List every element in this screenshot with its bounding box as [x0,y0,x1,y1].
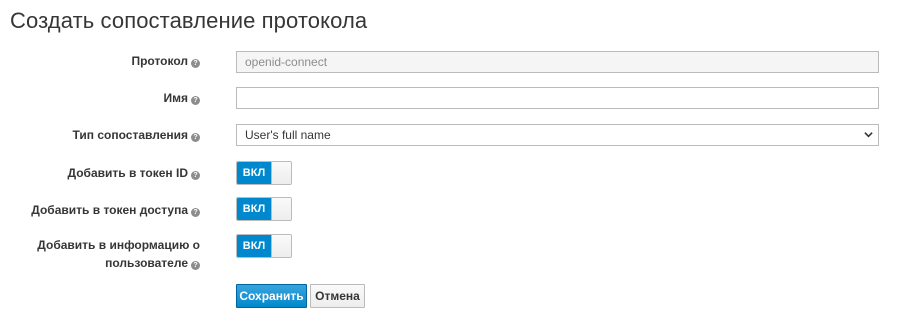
help-icon[interactable]: ? [191,261,200,270]
help-icon[interactable]: ? [191,133,200,142]
name-input[interactable] [236,87,879,109]
help-icon[interactable]: ? [191,96,200,105]
add-to-userinfo-switch[interactable]: ВКЛ [236,234,292,258]
save-button[interactable]: Сохранить [236,284,307,308]
add-to-id-token-switch[interactable]: ВКЛ [236,161,292,185]
help-icon[interactable]: ? [191,208,200,217]
switch-handle [271,235,291,257]
protocol-label: Протокол? [131,52,200,70]
switch-on-label: ВКЛ [237,162,271,184]
help-icon[interactable]: ? [191,59,200,68]
name-label: Имя? [163,89,200,107]
add-to-access-token-label: Добавить в токен доступа? [31,201,200,219]
switch-on-label: ВКЛ [237,198,271,220]
switch-handle [271,162,291,184]
switch-on-label: ВКЛ [237,235,271,257]
switch-handle [271,198,291,220]
mapper-type-label: Тип сопоставления? [73,126,200,144]
add-to-id-token-label: Добавить в токен ID? [68,164,200,182]
mapper-type-select[interactable]: User's full name [236,124,879,146]
mapper-type-selected: User's full name [245,128,331,142]
protocol-field: openid-connect [236,51,879,73]
add-to-userinfo-label: Добавить в информацию о пользователе? [37,238,200,270]
add-to-access-token-switch[interactable]: ВКЛ [236,197,292,221]
cancel-button[interactable]: Отмена [310,284,365,308]
chevron-down-icon [864,132,873,138]
page-title: Создать сопоставление протокола [10,8,368,33]
help-icon[interactable]: ? [191,171,200,180]
